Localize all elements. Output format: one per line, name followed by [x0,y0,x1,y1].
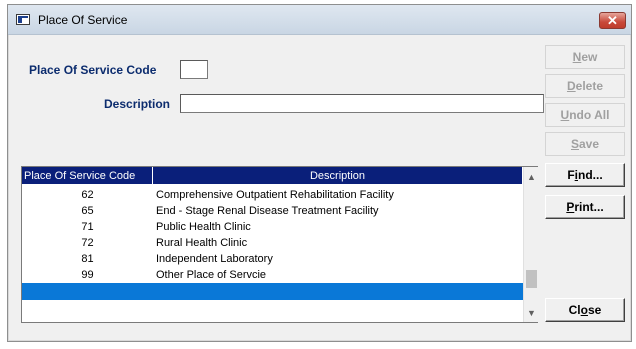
row-description: Independent Laboratory [156,253,273,265]
place-of-service-window: Place Of Service ✕ Place Of Service Code… [7,4,632,342]
grid-rows: 62 Comprehensive Outpatient Rehabilitati… [22,185,523,322]
row-code: 71 [81,221,94,233]
description-input[interactable] [180,94,544,113]
window-title: Place Of Service [38,13,128,27]
column-header-description[interactable]: Description [153,167,523,185]
place-of-service-grid[interactable]: Place Of Service Code Description 62 Com… [21,166,538,323]
find-button[interactable]: Find... [545,163,625,187]
close-button[interactable]: Close [545,298,625,322]
row-code: 81 [81,253,94,265]
new-button[interactable]: New [545,45,625,69]
row-description: Rural Health Clinic [156,237,248,249]
row-code: 99 [81,269,94,281]
row-code: 72 [81,237,94,249]
table-row[interactable]: 81 Independent Laboratory [22,251,523,267]
place-of-service-code-input[interactable] [180,60,208,79]
title-bar[interactable]: Place Of Service ✕ [8,5,631,35]
grid-header: Place Of Service Code Description [22,167,523,185]
column-header-code[interactable]: Place Of Service Code [22,167,153,185]
row-description: Other Place of Servcie [156,269,267,281]
scroll-thumb[interactable] [526,270,537,288]
close-window-button[interactable]: ✕ [599,12,626,29]
description-label: Description [104,97,171,111]
place-of-service-code-label: Place Of Service Code [29,63,157,77]
scroll-down-icon[interactable]: ▼ [524,305,539,321]
app-window-icon [16,14,30,25]
table-row[interactable]: 65 End - Stage Renal Disease Treatment F… [22,203,523,219]
scroll-up-icon[interactable]: ▲ [524,169,539,185]
undo-all-button[interactable]: Undo All [545,103,625,127]
row-code: 62 [81,189,94,201]
row-description: End - Stage Renal Disease Treatment Faci… [156,205,379,217]
delete-button[interactable]: Delete [545,74,625,98]
table-row[interactable]: 99 Other Place of Servcie [22,267,523,283]
table-row[interactable]: 71 Public Health Clinic [22,219,523,235]
table-row-selected[interactable] [22,283,523,300]
table-row[interactable]: 72 Rural Health Clinic [22,235,523,251]
row-code: 65 [81,205,94,217]
row-description: Public Health Clinic [156,221,251,233]
print-button[interactable]: Print... [545,195,625,219]
vertical-scrollbar[interactable]: ▲ ▼ [523,167,538,322]
table-row[interactable]: 62 Comprehensive Outpatient Rehabilitati… [22,187,523,203]
save-button[interactable]: Save [545,132,625,156]
row-description: Comprehensive Outpatient Rehabilitation … [156,189,394,201]
